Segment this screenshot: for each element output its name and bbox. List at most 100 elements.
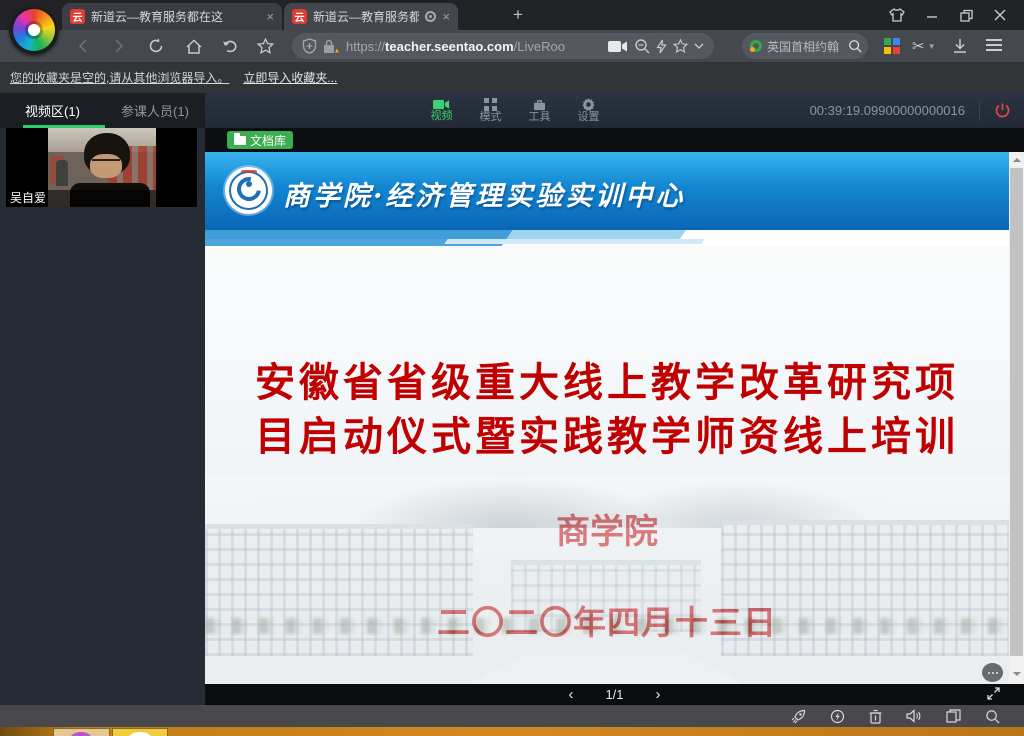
document-library-label: 文档库 <box>250 132 286 149</box>
browser-status-bar <box>0 705 1024 727</box>
clear-trash-icon[interactable] <box>869 709 882 724</box>
url-path: /LiveRoo <box>514 39 565 54</box>
undo-recent-icon[interactable] <box>216 30 244 62</box>
settings-label: 设置 <box>578 112 600 123</box>
slide-canvas: 商学院·经济管理实验实训中心 安徽省省级重大线上教学改革研究项 目启动仪式暨实践… <box>205 152 1009 684</box>
participant-video-tile[interactable]: 吴自爱 <box>6 128 197 207</box>
desktop-taskbar-strip <box>0 727 1024 736</box>
school-logo-icon <box>225 167 272 214</box>
next-page-button[interactable]: › <box>656 685 661 704</box>
browser-nav-bar: https://teacher.seentao.com/LiveRoo 英国首相… <box>0 30 1024 62</box>
browser-tab-strip: 云 新道云—教育服务都在这 × 云 新道云—教育服务都在这 × + <box>0 0 1024 30</box>
search-box[interactable]: 英国首相约翰 <box>742 33 868 59</box>
url-scheme: https:// <box>346 39 385 54</box>
boost-rocket-icon[interactable] <box>791 709 806 724</box>
slide-player-bar: ‹ 1/1 › <box>205 684 1024 705</box>
video-background-person <box>56 160 68 186</box>
browser-logo-hub <box>28 24 40 36</box>
minimize-button[interactable] <box>922 6 942 24</box>
chevron-down-icon[interactable] <box>694 43 704 49</box>
browser-tab-1[interactable]: 云 新道云—教育服务都在这 × <box>62 3 282 30</box>
campus-photo <box>205 476 1009 684</box>
back-icon[interactable] <box>70 30 96 62</box>
mode-label: 模式 <box>480 112 502 123</box>
close-window-button[interactable] <box>990 6 1010 24</box>
slide-stage: 商学院·经济管理实验实训中心 安徽省省级重大线上教学改革研究项 目启动仪式暨实践… <box>205 152 1024 684</box>
desktop-icon-browser[interactable] <box>53 728 110 736</box>
url-text[interactable]: https://teacher.seentao.com/LiveRoo <box>346 39 602 54</box>
scroll-up-icon[interactable] <box>1009 152 1024 167</box>
shield-icon[interactable] <box>302 38 317 54</box>
settings-button[interactable]: 设置 <box>564 93 613 128</box>
tab-participants[interactable]: 参课人员(1) <box>105 101 205 120</box>
prev-page-button[interactable]: ‹ <box>568 685 573 704</box>
liveroom-body: 吴自爱 文档库 商学院·经济管理实验实训中心 <box>0 128 1024 705</box>
document-library-tab[interactable]: 文档库 <box>227 131 293 149</box>
url-host: teacher.seentao.com <box>385 39 514 54</box>
liveroom-main-toolbar: 视频 模式 工具 设置 00:39:19.09900000000016 <box>205 93 1024 128</box>
tab-close-icon[interactable]: × <box>266 10 274 23</box>
scrollbar-thumb[interactable] <box>1010 168 1023 656</box>
page-indicator: 1/1 <box>605 687 623 702</box>
favorite-star-icon[interactable] <box>673 39 688 53</box>
reader-windows-icon[interactable] <box>946 709 961 723</box>
search-engine-logo-icon <box>750 40 762 52</box>
import-bookmarks-link[interactable]: 立即导入收藏夹... <box>243 69 337 86</box>
apps-grid-icon[interactable] <box>884 38 900 54</box>
browser-tab-2-active[interactable]: 云 新道云—教育服务都在这 × <box>284 3 458 30</box>
download-icon[interactable] <box>952 30 968 62</box>
slide-banner-title: 商学院·经济管理实验实训中心 <box>283 174 685 213</box>
site-favicon: 云 <box>70 9 85 24</box>
main-menu-icon[interactable] <box>986 39 1002 53</box>
reload-icon[interactable] <box>142 30 170 62</box>
class-timer: 00:39:19.09900000000016 <box>810 103 965 118</box>
tab-title: 新道云—教育服务都在这 <box>313 8 419 25</box>
tab-close-icon[interactable]: × <box>442 10 450 23</box>
site-favicon: 云 <box>292 9 307 24</box>
search-icon[interactable] <box>848 39 862 53</box>
insecure-lock-warning-icon[interactable] <box>323 39 340 54</box>
stage-area: 文档库 商学院·经济管理实验实训中心 安徽省省级重大线上教学改革研究项 目启动仪… <box>205 128 1024 705</box>
page-search-icon[interactable] <box>985 709 1000 724</box>
theme-skin-icon[interactable] <box>887 6 907 24</box>
browser-window: 云 新道云—教育服务都在这 × 云 新道云—教育服务都在这 × + <box>0 0 1024 736</box>
home-icon[interactable] <box>180 30 208 62</box>
folder-icon <box>234 136 246 145</box>
camera-in-use-icon[interactable] <box>608 40 628 53</box>
scroll-down-icon[interactable] <box>1009 666 1024 681</box>
speed-mode-icon[interactable] <box>830 709 845 724</box>
search-suggestion-text[interactable]: 英国首相约翰 <box>767 38 843 55</box>
lightning-extension-icon[interactable] <box>656 39 667 54</box>
slide-title-line2: 目启动仪式暨实践教学师资线上培训 <box>205 410 1009 464</box>
slide-scrollbar[interactable] <box>1009 152 1024 684</box>
address-bar[interactable]: https://teacher.seentao.com/LiveRoo <box>292 33 714 59</box>
tools-button[interactable]: 工具 <box>515 93 564 128</box>
tab-video-area[interactable]: 视频区(1) <box>0 101 105 120</box>
browser-logo-icon[interactable] <box>9 5 59 55</box>
slide-title: 安徽省省级重大线上教学改革研究项 目启动仪式暨实践教学师资线上培训 <box>205 356 1009 464</box>
forward-icon[interactable] <box>106 30 132 62</box>
screenshot-scissors-icon[interactable]: ✂▼ <box>912 30 936 62</box>
desktop-icon-folder[interactable] <box>112 728 168 736</box>
new-tab-button[interactable]: + <box>505 4 531 26</box>
video-toggle-button[interactable]: 视频 <box>417 93 466 128</box>
video-sidebar: 吴自爱 <box>0 128 205 705</box>
fullscreen-expand-icon[interactable] <box>987 687 1000 700</box>
volume-icon[interactable] <box>906 709 922 723</box>
tab-title: 新道云—教育服务都在这 <box>91 8 260 25</box>
banner-ribbon <box>205 230 1009 246</box>
end-class-power-button[interactable] <box>980 93 1024 128</box>
chat-bubble-icon[interactable] <box>982 663 1003 682</box>
bookmark-star-icon[interactable] <box>250 30 280 62</box>
mode-button[interactable]: 模式 <box>466 93 515 128</box>
video-person-face <box>90 154 122 178</box>
tools-label: 工具 <box>529 112 551 123</box>
bookmark-empty-hint: 您的收藏夹是空的,请从其他浏览器导入。 <box>10 69 229 86</box>
participant-name-label: 吴自爱 <box>6 190 197 207</box>
video-toggle-label: 视频 <box>431 111 453 122</box>
bookmark-bar: 您的收藏夹是空的,请从其他浏览器导入。 立即导入收藏夹... <box>0 62 1024 93</box>
tab-media-indicator-icon <box>425 11 436 22</box>
restore-window-button[interactable] <box>956 6 976 24</box>
zoom-page-icon[interactable] <box>634 38 650 54</box>
document-tab-bar: 文档库 <box>205 128 1024 152</box>
